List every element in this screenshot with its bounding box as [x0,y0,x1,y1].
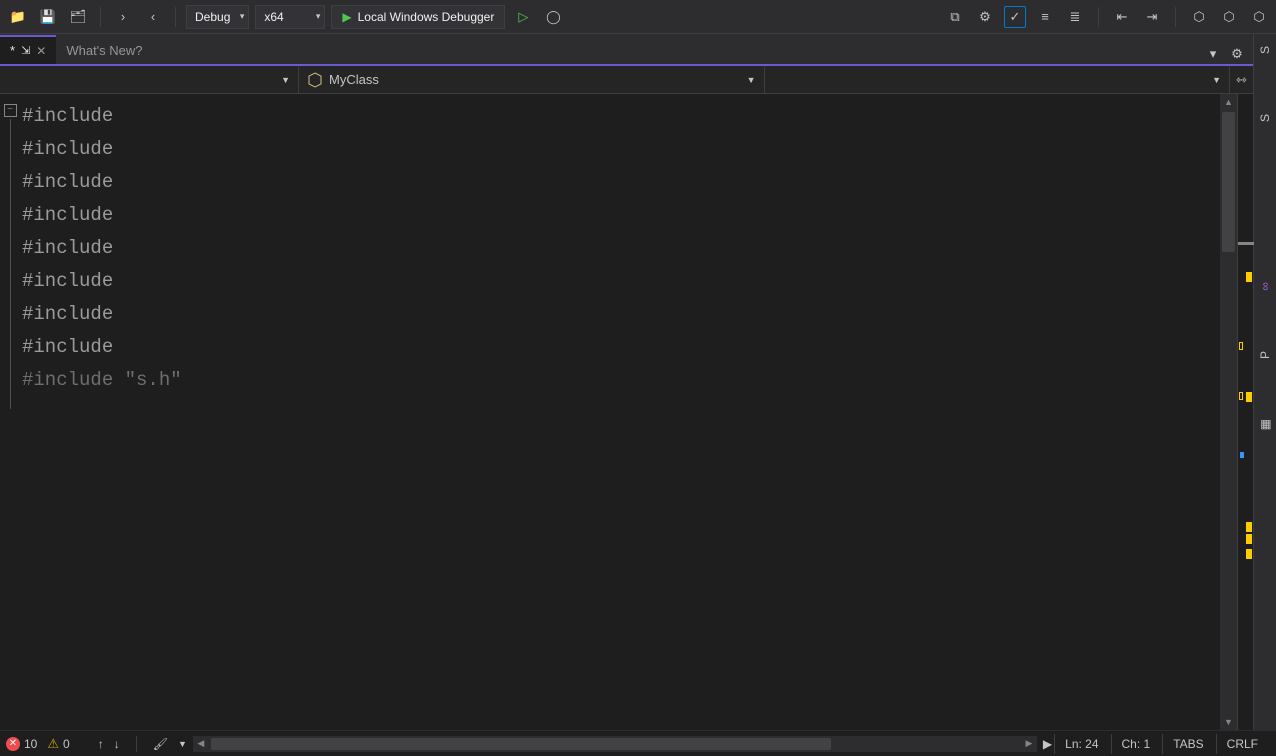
open-file-icon[interactable]: 📁 [6,5,30,29]
nav-forward-icon[interactable]: ‹ [141,5,165,29]
bookmark-icon[interactable]: ⬡ [1188,6,1210,28]
scroll-down-icon[interactable]: ▼ [1220,714,1237,730]
play-icon: ▶ [342,10,351,24]
warning-icon: ⚠ [47,736,59,752]
error-icon: ✕ [6,737,20,751]
horizontal-scrollbar[interactable]: ◀ ▶ [193,736,1037,752]
side-tab-4[interactable]: P [1258,351,1272,359]
active-document-tab[interactable]: * ⇲ ✕ [0,35,56,64]
tabs-overflow-icon[interactable]: ▾ [1203,44,1223,64]
config-dropdown[interactable]: Debug [186,5,249,29]
split-editor-icon[interactable]: ⇿ [1229,67,1253,93]
code-content[interactable]: #include #include #include #include #inc… [20,94,1220,730]
side-tab-1[interactable]: S [1258,46,1272,54]
play-noattach-icon[interactable]: ▷ [511,5,535,29]
brush-icon[interactable]: 🖌 [153,737,168,751]
indent-mode[interactable]: TABS [1162,734,1213,754]
side-tab-2[interactable]: S [1258,114,1272,122]
code-editor[interactable]: − #include #include #include #include #i… [0,94,1253,730]
bookmark-prev-icon[interactable]: ⬡ [1218,6,1240,28]
fold-toggle-icon[interactable]: − [4,104,17,117]
class-icon [307,72,323,88]
brush-dropdown-icon[interactable]: ▼ [178,739,187,749]
nav-next-issue-icon[interactable]: ↓ [114,737,120,751]
column-indicator[interactable]: Ch: 1 [1111,734,1161,754]
indent-left-icon[interactable]: ⇤ [1111,6,1133,28]
vertical-scroll-thumb[interactable] [1222,112,1235,252]
tool-icon-3[interactable]: ✓ [1004,6,1026,28]
document-tab-bar: * ⇲ ✕ What's New? ▾ ⚙ [0,34,1253,64]
errors-badge[interactable]: ✕ 10 [6,737,37,751]
stop-icon[interactable]: ◯ [541,5,565,29]
side-tab-5[interactable]: ▦ [1258,419,1272,430]
indent-right-icon[interactable]: ⇥ [1141,6,1163,28]
scroll-left-icon[interactable]: ◀ [193,736,209,752]
gear-icon[interactable]: ⚙ [1227,44,1247,64]
gutter[interactable]: − [0,94,20,730]
pin-icon[interactable]: ⇲ [21,44,30,57]
start-debug-button[interactable]: ▶ Local Windows Debugger [331,5,505,29]
save-icon[interactable]: 💾 [36,5,60,29]
run-icon[interactable]: ▶ [1043,737,1052,751]
tool-icon-4[interactable]: ≡ [1034,6,1056,28]
toolbar-right-icons: ⧉ ⚙ ✓ ≡ ≣ ⇤ ⇥ ⬡ ⬡ ⬡ [944,6,1270,28]
scope-dropdown-1[interactable]: ▼ [0,67,298,93]
main-toolbar: 📁 💾 🗂 › ‹ Debug x64 ▶ Local Windows Debu… [0,0,1276,34]
navigation-bar: ▼ MyClass▼ ▼ ⇿ [0,66,1253,94]
right-side-panel: S S ∞ P ▦ [1254,34,1276,730]
nav-back-icon[interactable]: › [111,5,135,29]
nav-prev-issue-icon[interactable]: ↑ [98,737,104,751]
warnings-badge[interactable]: ⚠ 0 [47,736,69,752]
overview-ruler[interactable] [1237,94,1253,730]
close-icon[interactable]: ✕ [36,44,46,58]
scroll-up-icon[interactable]: ▲ [1220,94,1237,110]
tool-icon-1[interactable]: ⧉ [944,6,966,28]
eol-mode[interactable]: CRLF [1216,734,1268,754]
side-tab-3[interactable]: ∞ [1258,282,1272,291]
save-all-icon[interactable]: 🗂 [66,5,90,29]
vertical-scrollbar[interactable]: ▲ ▼ [1220,94,1237,730]
scroll-right-icon[interactable]: ▶ [1021,736,1037,752]
tool-icon-2[interactable]: ⚙ [974,6,996,28]
bookmark-next-icon[interactable]: ⬡ [1248,6,1270,28]
tool-icon-5[interactable]: ≣ [1064,6,1086,28]
whats-new-tab[interactable]: What's New? [56,35,152,64]
line-indicator[interactable]: Ln: 24 [1054,734,1108,754]
status-bar: ✕ 10 ⚠ 0 ↑ ↓ 🖌 ▼ ◀ ▶ ▶ Ln: 24 Ch: 1 TABS… [0,730,1276,756]
scope-dropdown-2[interactable]: MyClass▼ [298,67,764,93]
platform-dropdown[interactable]: x64 [255,5,325,29]
scope-dropdown-3[interactable]: ▼ [764,67,1230,93]
horizontal-scroll-thumb[interactable] [211,738,831,750]
